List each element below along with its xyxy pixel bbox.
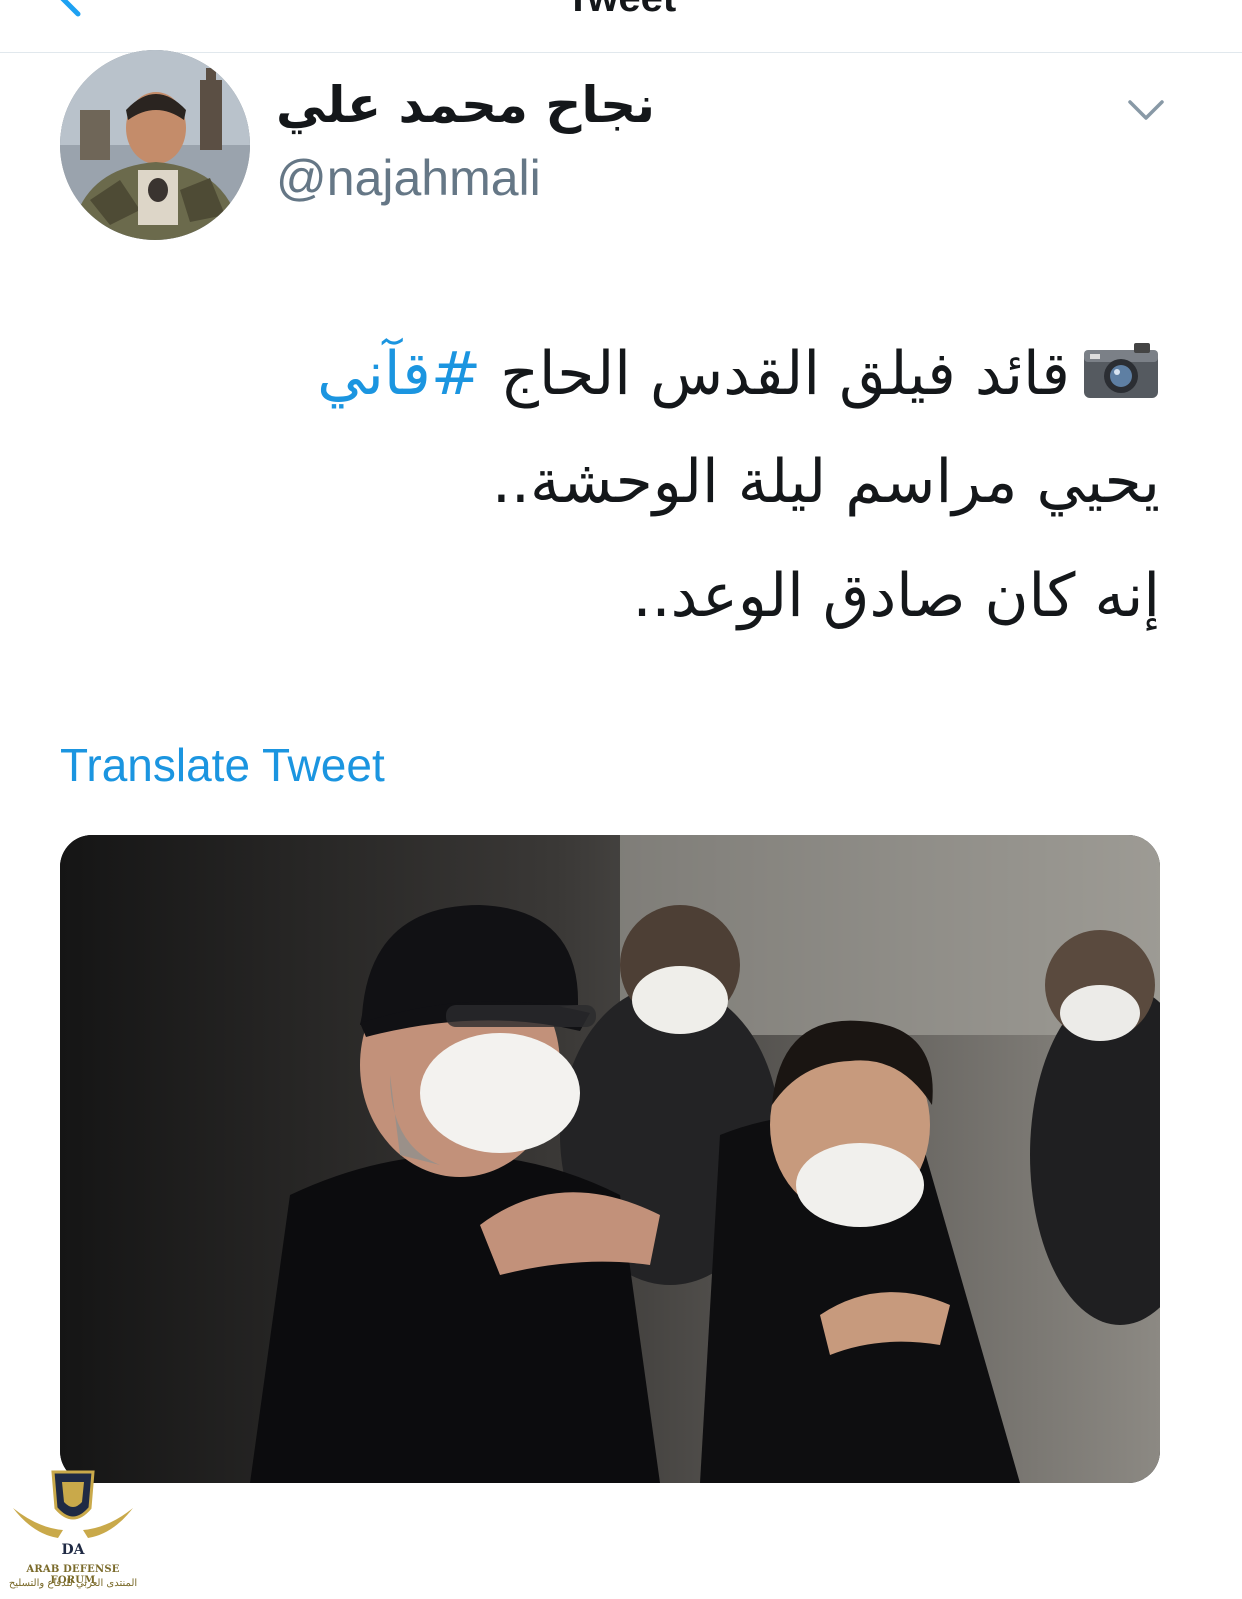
watermark-logo-text: DA bbox=[61, 1542, 85, 1558]
camera-icon bbox=[1084, 343, 1158, 398]
author-display-name[interactable]: نجاح محمد علي bbox=[276, 70, 696, 140]
hashtag-link[interactable]: #قآني bbox=[317, 339, 481, 409]
chevron-down-icon[interactable] bbox=[1126, 92, 1166, 128]
tweet-line-3: إنه كان صادق الوعد.. bbox=[632, 561, 1160, 631]
page-title: Tweet bbox=[0, 0, 1242, 21]
tweet-line-1-text: قائد فيلق القدس الحاج bbox=[481, 339, 1070, 409]
avatar[interactable] bbox=[60, 50, 250, 240]
tweet-line-1: قائد فيلق القدس الحاج #قآني bbox=[160, 320, 1160, 428]
watermark-logo: DA ARAB DEFENSE FORUM المنتدى العربي للد… bbox=[8, 1468, 138, 1594]
author-handle[interactable]: @najahmali bbox=[276, 148, 541, 208]
watermark-name-ar: المنتدى العربي للدفاع والتسليح bbox=[8, 1578, 138, 1589]
top-bar: Tweet bbox=[0, 0, 1242, 53]
tweet-photo[interactable] bbox=[60, 835, 1160, 1483]
tweet-line-2: يحيي مراسم ليلة الوحشة.. bbox=[491, 447, 1160, 517]
tweet-text: قائد فيلق القدس الحاج #قآني يحيي مراسم ل… bbox=[160, 320, 1160, 650]
translate-tweet-link[interactable]: Translate Tweet bbox=[60, 738, 385, 792]
